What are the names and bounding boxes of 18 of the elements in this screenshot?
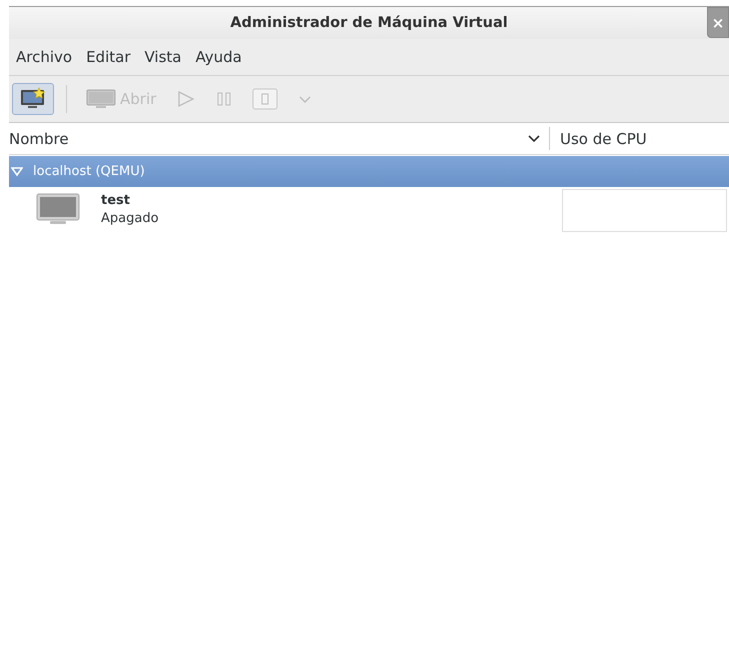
new-vm-button[interactable] [12, 83, 54, 115]
vm-name: test [101, 192, 131, 210]
menu-item[interactable]: Ayuda [196, 48, 242, 66]
new-vm-icon [19, 87, 47, 111]
menu-item[interactable]: Archivo [16, 48, 72, 66]
column-header[interactable]: Nombre [9, 127, 550, 150]
menu-item[interactable]: Vista [144, 48, 182, 66]
window-title: Administrador de Máquina Virtual [230, 15, 508, 31]
vm-monitor-icon [35, 193, 81, 227]
play-icon [176, 90, 196, 108]
column-header[interactable]: Uso de CPU [550, 123, 647, 154]
vm-status: Apagado [101, 210, 159, 228]
pause-icon [216, 91, 232, 107]
expander-icon [11, 166, 23, 176]
stop-icon [252, 88, 278, 110]
menu-item[interactable]: Editar [86, 48, 130, 66]
monitor-icon [86, 89, 116, 109]
caret-icon [298, 94, 312, 104]
